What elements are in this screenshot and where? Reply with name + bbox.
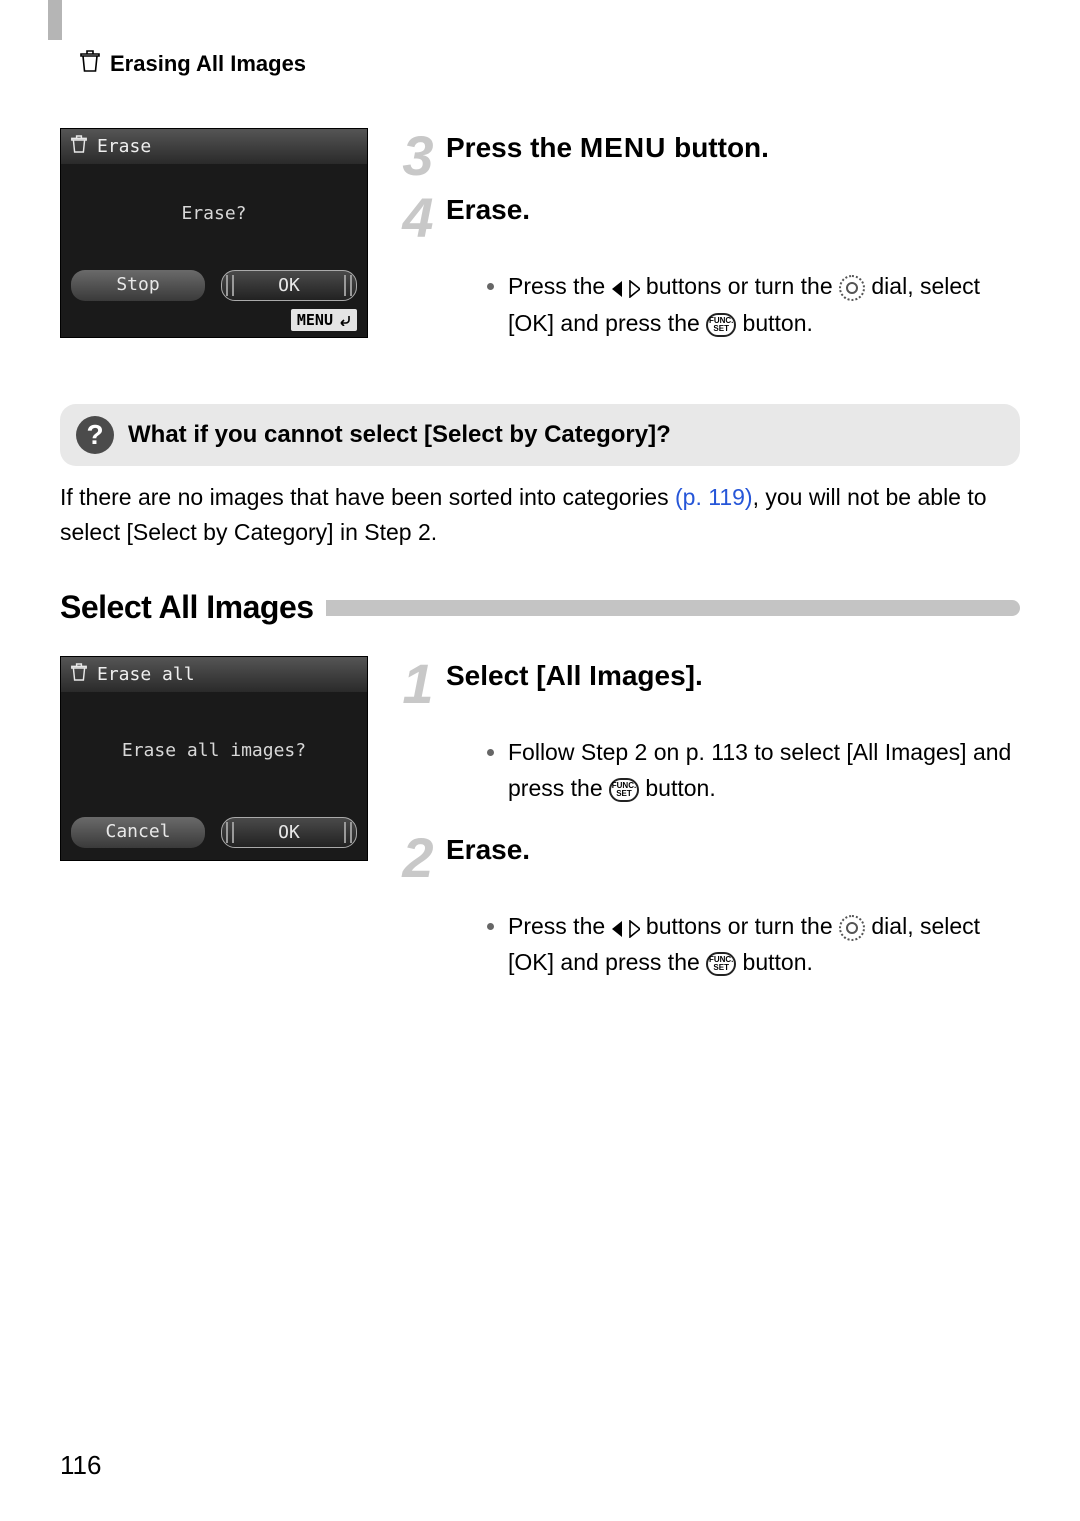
page-header-title: Erasing All Images bbox=[110, 51, 306, 77]
step-number: 2 bbox=[398, 830, 438, 886]
page-ref-link[interactable]: (p. 119) bbox=[675, 484, 753, 510]
note-title: What if you cannot select [Select by Cat… bbox=[128, 421, 671, 449]
lcd-title: Erase bbox=[97, 136, 151, 157]
step-body: Press the buttons or turn the dial, sele… bbox=[448, 269, 1020, 341]
question-icon: ? bbox=[76, 416, 114, 454]
page-header: Erasing All Images bbox=[80, 50, 1020, 78]
note-box: ? What if you cannot select [Select by C… bbox=[60, 404, 1020, 466]
func-set-icon: FUNC.SET bbox=[706, 952, 736, 976]
page-number: 116 bbox=[60, 1450, 101, 1481]
step-number: 3 bbox=[398, 128, 438, 184]
stop-button: Stop bbox=[71, 270, 205, 301]
lcd-prompt: Erase? bbox=[61, 164, 367, 262]
lcd-prompt: Erase all images? bbox=[61, 692, 367, 809]
page-ref-link[interactable]: p. 113 bbox=[686, 739, 748, 765]
ok-button: OK bbox=[221, 270, 357, 301]
step-title: Select [All Images]. bbox=[446, 656, 703, 695]
func-set-icon: FUNC.SET bbox=[609, 778, 639, 802]
margin-bar bbox=[48, 0, 62, 40]
step-body: Follow Step 2 on p. 113 to select [All I… bbox=[448, 735, 1020, 806]
trash-icon bbox=[71, 663, 87, 686]
section-heading: Select All Images bbox=[60, 589, 1020, 626]
step-title: Erase. bbox=[446, 830, 530, 869]
ok-button: OK bbox=[221, 817, 357, 848]
note-body: If there are no images that have been so… bbox=[60, 480, 1020, 549]
trash-icon bbox=[80, 50, 100, 78]
func-set-icon: FUNC.SET bbox=[706, 313, 736, 337]
dial-icon bbox=[839, 275, 865, 301]
step-number: 1 bbox=[398, 656, 438, 712]
lcd-title: Erase all bbox=[97, 664, 195, 685]
step-number: 4 bbox=[398, 190, 438, 246]
trash-icon bbox=[71, 135, 87, 158]
cancel-button: Cancel bbox=[71, 817, 205, 848]
step-body: Press the buttons or turn the dial, sele… bbox=[448, 909, 1020, 981]
dial-icon bbox=[839, 915, 865, 941]
step-title: Press the MENU button. bbox=[446, 128, 769, 167]
menu-return-label: MENU bbox=[291, 309, 357, 331]
lcd-erase-all-confirm: Erase all Erase all images? Cancel OK bbox=[60, 656, 368, 861]
step-title: Erase. bbox=[446, 190, 530, 229]
lcd-erase-confirm: Erase Erase? Stop OK MENU bbox=[60, 128, 368, 338]
left-right-arrows-icon bbox=[612, 270, 640, 306]
left-right-arrows-icon bbox=[612, 910, 640, 946]
